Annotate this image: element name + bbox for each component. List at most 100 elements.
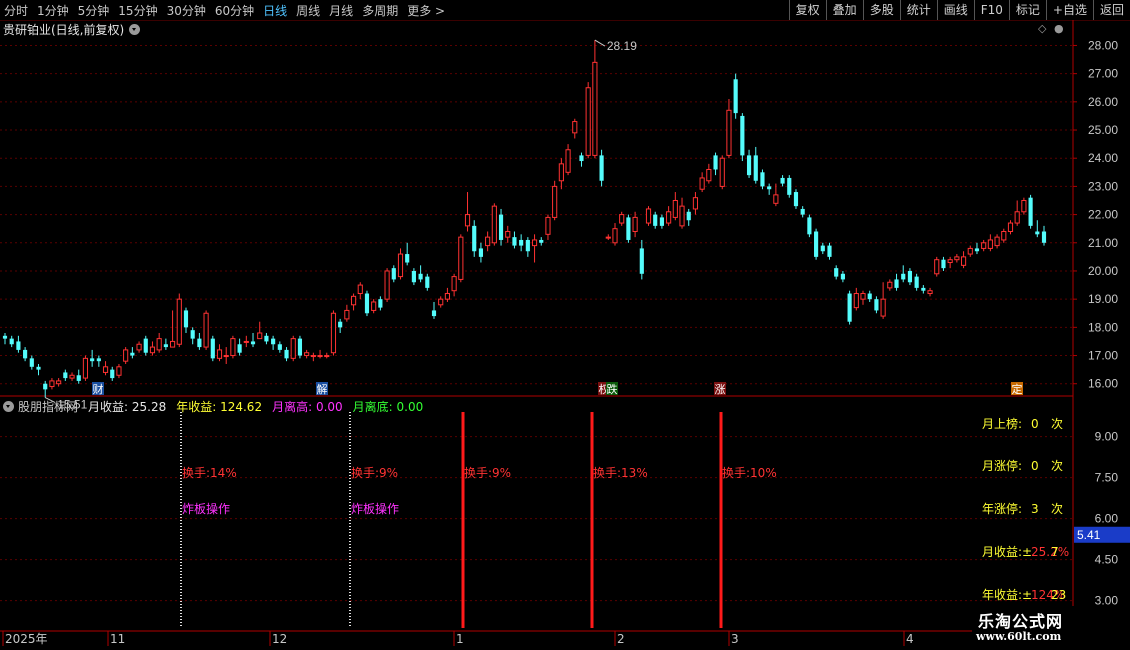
candle-body (230, 338, 236, 357)
event-marker-label: 跌 (607, 382, 618, 396)
candle-body (867, 293, 872, 300)
candle-body (632, 216, 638, 233)
signal-text: 换手:14% (182, 466, 237, 480)
candle-body (1035, 231, 1040, 235)
price-label: 18.00 (1088, 320, 1118, 334)
candle-body (941, 259, 946, 269)
candle-body (954, 256, 960, 261)
candle-body (760, 172, 765, 187)
candle-body (800, 208, 805, 215)
high-label: 28.19 (607, 39, 637, 53)
candle-body (90, 358, 95, 362)
candle-body (619, 214, 625, 224)
candle-body (364, 293, 370, 314)
candle-body (425, 276, 430, 288)
candle-body (639, 248, 644, 274)
candle-body (350, 295, 357, 306)
candle-body (237, 344, 242, 353)
kline-chart[interactable]: 28.0027.0026.0025.0024.0023.0022.0021.00… (0, 0, 1130, 650)
price-label: 22.00 (1088, 208, 1118, 222)
candle-body (431, 310, 437, 317)
candle-body (464, 214, 471, 227)
candle-body (284, 349, 289, 359)
candle-body (531, 239, 538, 247)
stat-value: 3 (1031, 502, 1039, 516)
candle-body (130, 352, 135, 356)
candle-body (330, 312, 337, 354)
candle-body (981, 242, 987, 249)
candle-body (525, 239, 530, 252)
stat-label: 年涨停: (982, 501, 1022, 516)
price-label: 23.00 (1088, 179, 1118, 193)
candle-body (807, 217, 812, 235)
candle-body (539, 239, 544, 243)
candle-body (740, 115, 745, 156)
candle-body (491, 205, 497, 244)
price-label: 19.00 (1088, 292, 1118, 306)
signal-text: 炸板操作 (351, 501, 399, 516)
candle-body (176, 298, 182, 345)
candle-body (860, 293, 866, 300)
candle-body (216, 349, 223, 359)
candle-body (143, 338, 148, 353)
candle-body (163, 344, 168, 348)
indicator-value-2: 月离高: 0.00 (272, 400, 343, 414)
indicator-axis-label: 9.00 (1095, 430, 1119, 444)
candle-body (512, 237, 517, 246)
candle-body (116, 366, 122, 376)
candle-body (444, 293, 450, 300)
indicator-axis-label: 7.50 (1095, 471, 1119, 485)
candle-body (485, 236, 491, 247)
stat-unit: 次 (1051, 502, 1063, 516)
candle-body (472, 225, 477, 252)
candle-body (767, 186, 772, 190)
candle-body (36, 366, 41, 370)
candle-body (324, 355, 330, 358)
signal-text: 炸板操作 (182, 501, 230, 516)
candle-body (257, 332, 263, 340)
price-label: 28.00 (1088, 38, 1118, 52)
candle-body (277, 344, 282, 350)
candle-body (29, 358, 34, 367)
price-label: 27.00 (1088, 67, 1118, 81)
candle-body (706, 168, 712, 182)
candle-body (565, 149, 571, 173)
price-label: 20.00 (1088, 264, 1118, 278)
candle-body (773, 194, 779, 204)
date-label: 12 (272, 632, 287, 646)
candle-body (156, 338, 162, 351)
candle-body (880, 298, 886, 317)
candle-body (645, 208, 652, 224)
candle-body (405, 254, 410, 263)
candle-body (585, 87, 591, 156)
price-label: 25.00 (1088, 123, 1118, 137)
candle-body (599, 155, 604, 181)
candle-body (210, 338, 215, 359)
candle-body (203, 312, 209, 348)
candle-body (814, 231, 819, 257)
date-label: 4 (906, 632, 914, 646)
candle-body (271, 338, 276, 345)
candle-body (1028, 197, 1033, 226)
candle-body (123, 349, 129, 362)
candle-body (1041, 231, 1047, 243)
candle-body (304, 352, 310, 357)
candle-body (1001, 231, 1007, 241)
candle-body (16, 341, 21, 350)
candle-body (1014, 211, 1020, 224)
candle-body (9, 338, 14, 345)
stat-unit: 次 (1051, 417, 1063, 431)
candle-body (297, 338, 303, 356)
candle-body (994, 236, 1000, 247)
candle-body (243, 340, 249, 343)
chevron-down-icon[interactable] (3, 401, 14, 412)
candle-body (136, 343, 142, 351)
candle-body (357, 284, 363, 295)
candle-body (840, 273, 845, 280)
candle-body (264, 335, 269, 342)
stat-label: 月上榜: (982, 416, 1022, 431)
candle-body (149, 346, 156, 354)
candle-body (418, 273, 423, 280)
date-label: 11 (110, 632, 125, 646)
indicator-header: 股朋指标网 月收益: 25.28 年收益: 124.62 月离高: 0.00 月离底:… (3, 398, 429, 415)
